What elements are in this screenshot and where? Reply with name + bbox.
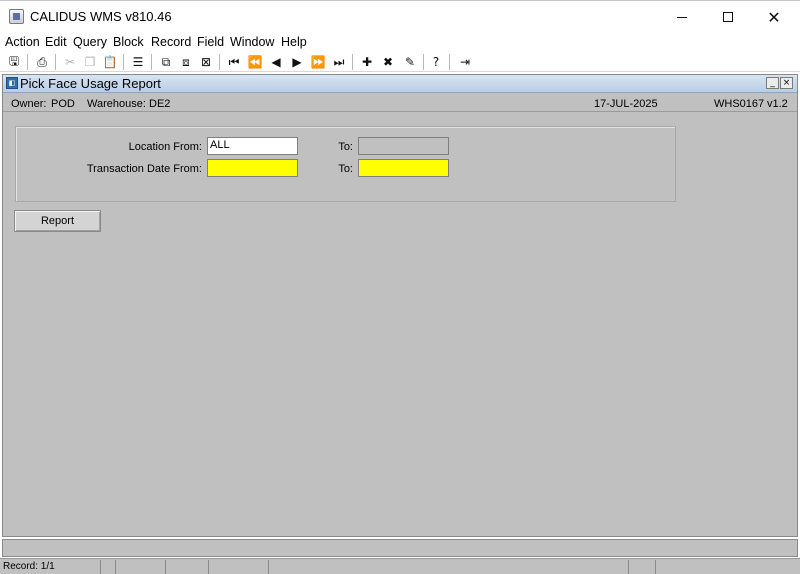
status-divider <box>268 560 269 574</box>
warehouse-value: DE2 <box>149 98 171 110</box>
location-from-label: Location From: <box>128 141 202 153</box>
delete-record-icon[interactable]: ✖ <box>379 53 397 71</box>
status-divider <box>208 560 209 574</box>
toolbar: 🖫 ⎙ ✂ ❐ 📋 ☰ ⧉ ⧈ ⊠ ⏮ ⏪ ◀ ▶ ⏩ ⏭ ✚ ✖ ✎ ? ⇥ <box>0 52 800 72</box>
maximize-button[interactable] <box>705 1 751 33</box>
toolbar-separator <box>151 54 152 70</box>
menu-record[interactable]: Record <box>151 35 191 49</box>
transaction-date-to-label: To: <box>338 163 353 175</box>
previous-block-icon[interactable]: ⏪ <box>246 53 264 71</box>
form-window: ◧ Pick Face Usage Report _ × Owner: POD … <box>2 74 798 537</box>
message-line <box>2 539 798 557</box>
toolbar-separator <box>27 54 28 70</box>
transaction-date-to-field[interactable] <box>358 159 449 177</box>
transaction-date-from-field[interactable] <box>207 159 298 177</box>
form-close-button[interactable]: × <box>780 77 793 89</box>
next-record-icon[interactable]: ▶ <box>288 53 306 71</box>
owner-label: Owner: <box>11 98 47 110</box>
form-title: Pick Face Usage Report <box>20 76 161 91</box>
context-bar: Owner: POD Warehouse: DE2 17-JUL-2025 WH… <box>3 95 797 112</box>
exit-icon[interactable]: ⇥ <box>456 53 474 71</box>
next-block-icon[interactable]: ⏩ <box>309 53 327 71</box>
location-from-field[interactable]: ALL <box>207 137 298 155</box>
status-divider <box>165 560 166 574</box>
help-icon[interactable]: ? <box>427 53 445 71</box>
toolbar-separator <box>449 54 450 70</box>
insert-record-icon[interactable]: ✚ <box>358 53 376 71</box>
paste-icon[interactable]: 📋 <box>101 53 119 71</box>
toolbar-separator <box>55 54 56 70</box>
status-divider <box>100 560 101 574</box>
status-bar: Record: 1/1 <box>0 558 800 574</box>
maximize-icon <box>723 12 733 22</box>
report-button[interactable]: Report <box>14 210 101 232</box>
warehouse-label: Warehouse: <box>87 98 146 110</box>
copy-icon[interactable]: ❐ <box>81 53 99 71</box>
form-icon: ◧ <box>6 77 18 89</box>
toolbar-separator <box>352 54 353 70</box>
status-divider <box>115 560 116 574</box>
menu-edit[interactable]: Edit <box>45 35 67 49</box>
toolbar-separator <box>423 54 424 70</box>
record-indicator: Record: 1/1 <box>3 561 55 572</box>
print-icon[interactable]: ⎙ <box>33 53 51 71</box>
module-code: WHS0167 <box>714 98 765 110</box>
parameters-panel: Location From: ALL To: Transaction Date … <box>15 126 676 202</box>
close-button[interactable]: ✕ <box>751 1 797 33</box>
list-icon[interactable]: ☰ <box>129 53 147 71</box>
menu-block[interactable]: Block <box>113 35 144 49</box>
current-date: 17-JUL-2025 <box>594 98 658 110</box>
execute-query-icon[interactable]: ⧈ <box>177 53 195 71</box>
menu-action[interactable]: Action <box>5 35 40 49</box>
app-icon <box>9 9 24 24</box>
owner-value: POD <box>51 98 75 110</box>
first-record-icon[interactable]: ⏮ <box>225 53 243 71</box>
window-title: CALIDUS WMS v810.46 <box>30 9 172 24</box>
enter-query-icon[interactable]: ⧉ <box>157 53 175 71</box>
cancel-query-icon[interactable]: ⊠ <box>197 53 215 71</box>
menu-query[interactable]: Query <box>73 35 107 49</box>
form-minimize-button[interactable]: _ <box>766 77 779 89</box>
form-title-bar: ◧ Pick Face Usage Report _ × <box>3 75 797 93</box>
save-icon[interactable]: 🖫 <box>5 53 23 71</box>
clear-icon[interactable]: ✎ <box>401 53 419 71</box>
menu-window[interactable]: Window <box>230 35 274 49</box>
window-title-bar: CALIDUS WMS v810.46 ✕ <box>0 0 800 32</box>
status-divider <box>628 560 629 574</box>
location-to-field[interactable] <box>358 137 449 155</box>
menu-bar: Action Edit Query Block Record Field Win… <box>0 32 800 52</box>
menu-field[interactable]: Field <box>197 35 224 49</box>
menu-help[interactable]: Help <box>281 35 307 49</box>
close-icon: ✕ <box>767 7 781 27</box>
toolbar-separator <box>219 54 220 70</box>
toolbar-separator <box>123 54 124 70</box>
location-to-label: To: <box>338 141 353 153</box>
last-record-icon[interactable]: ⏭ <box>330 53 348 71</box>
module-version: v1.2 <box>767 98 788 110</box>
minimize-icon <box>677 16 687 18</box>
previous-record-icon[interactable]: ◀ <box>267 53 285 71</box>
cut-icon[interactable]: ✂ <box>61 53 79 71</box>
minimize-button[interactable] <box>659 1 705 33</box>
transaction-date-from-label: Transaction Date From: <box>86 163 202 175</box>
status-divider <box>655 560 656 574</box>
